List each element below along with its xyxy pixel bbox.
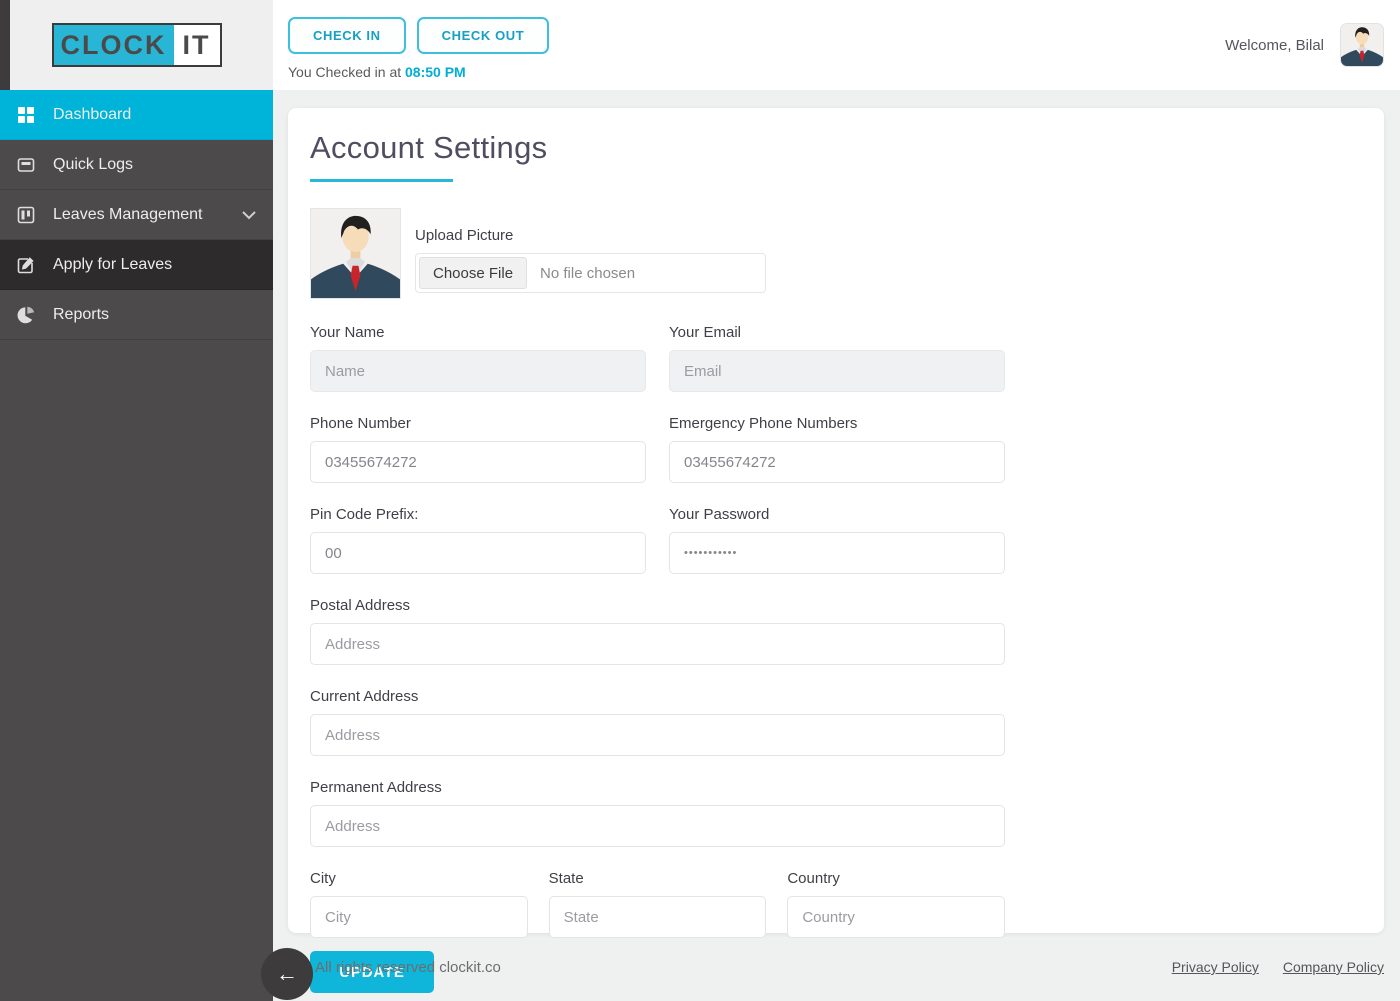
pie-chart-icon bbox=[17, 306, 35, 323]
sidebar-item-reports[interactable]: Reports bbox=[0, 290, 273, 340]
password-label: Your Password bbox=[669, 506, 770, 523]
checkin-panel: CHECK IN CHECK OUT You Checked in at 08:… bbox=[288, 0, 550, 90]
checkin-status-text: You Checked in at bbox=[288, 64, 406, 80]
file-status-text: No file chosen bbox=[540, 264, 636, 282]
title-underline bbox=[310, 179, 453, 182]
file-input[interactable]: Choose File No file chosen bbox=[415, 253, 766, 293]
company-policy-link[interactable]: Company Policy bbox=[1283, 959, 1384, 975]
user-panel: Welcome, Bilal bbox=[1225, 0, 1384, 90]
main-area: CHECK IN CHECK OUT You Checked in at 08:… bbox=[273, 0, 1400, 1001]
copyright-text: All rights reserved clockit.co bbox=[315, 958, 501, 976]
state-field[interactable] bbox=[548, 896, 767, 938]
postal-address-field[interactable] bbox=[310, 623, 1005, 665]
email-field[interactable] bbox=[669, 350, 1005, 392]
edit-icon bbox=[17, 256, 34, 273]
logo-text-clock: CLOCK bbox=[53, 25, 174, 65]
choose-file-button[interactable]: Choose File bbox=[419, 257, 528, 289]
permanent-address-label: Permanent Address bbox=[310, 779, 442, 796]
country-field[interactable] bbox=[787, 896, 1005, 938]
account-settings-form: Your Name Your Email Phone Number Emerge… bbox=[310, 324, 1005, 993]
sidebar-item-label: Quick Logs bbox=[53, 155, 134, 173]
name-label: Your Name bbox=[310, 324, 385, 341]
upload-picture-label: Upload Picture bbox=[415, 227, 514, 244]
footer: All rights reserved clockit.co Privacy P… bbox=[273, 933, 1400, 1001]
welcome-text: Welcome, Bilal bbox=[1225, 36, 1324, 54]
emergency-phone-field[interactable] bbox=[669, 441, 1005, 483]
permanent-address-field[interactable] bbox=[310, 805, 1005, 847]
privacy-policy-link[interactable]: Privacy Policy bbox=[1172, 959, 1259, 975]
current-address-label: Current Address bbox=[310, 688, 419, 705]
checkin-status-time: 08:50 PM bbox=[405, 64, 466, 80]
sidebar-item-apply-for-leaves[interactable]: Apply for Leaves bbox=[0, 240, 273, 290]
sidebar-item-leaves-management[interactable]: Leaves Management bbox=[0, 190, 273, 240]
checkin-status: You Checked in at 08:50 PM bbox=[288, 64, 549, 80]
check-out-button[interactable]: CHECK OUT bbox=[416, 17, 550, 54]
name-field[interactable] bbox=[310, 350, 646, 392]
sidebar-item-label: Leaves Management bbox=[53, 205, 203, 223]
back-arrow-icon: ← bbox=[276, 961, 298, 986]
clockit-logo[interactable]: CLOCK IT bbox=[51, 23, 222, 67]
calendar-icon bbox=[17, 206, 35, 223]
chevron-down-icon bbox=[242, 210, 256, 219]
topbar: CHECK IN CHECK OUT You Checked in at 08:… bbox=[273, 0, 1400, 90]
sidebar-item-label: Dashboard bbox=[53, 105, 132, 123]
state-label: State bbox=[548, 870, 584, 887]
pin-prefix-label: Pin Code Prefix: bbox=[310, 506, 419, 523]
grid-icon bbox=[18, 106, 34, 123]
sidebar-item-quick-logs[interactable]: Quick Logs bbox=[0, 140, 273, 190]
sidebar-item-dashboard[interactable]: Dashboard bbox=[0, 90, 273, 140]
sidebar-nav: Dashboard Quick Logs Leaves Management A… bbox=[0, 90, 273, 340]
profile-picture bbox=[310, 208, 401, 299]
country-label: Country bbox=[787, 870, 840, 887]
phone-label: Phone Number bbox=[310, 415, 411, 432]
password-field[interactable] bbox=[669, 532, 1005, 574]
emergency-phone-label: Emergency Phone Numbers bbox=[669, 415, 858, 432]
sidebar-header: CLOCK IT bbox=[0, 0, 273, 90]
current-address-field[interactable] bbox=[310, 714, 1005, 756]
page-title: Account Settings bbox=[310, 130, 548, 165]
email-label: Your Email bbox=[669, 324, 741, 341]
logo-text-it: IT bbox=[173, 25, 220, 65]
account-settings-card: Account Settings Upload Picture Choose F… bbox=[288, 108, 1384, 993]
upload-picture-section: Upload Picture Choose File No file chose… bbox=[310, 208, 1362, 299]
postal-address-label: Postal Address bbox=[310, 597, 411, 614]
check-in-button[interactable]: CHECK IN bbox=[288, 17, 406, 54]
city-label: City bbox=[310, 870, 336, 887]
logs-icon bbox=[17, 157, 35, 172]
sidebar-item-label: Reports bbox=[53, 305, 110, 323]
app-root: { "colors": { "accent": "#00b3d8", "side… bbox=[0, 0, 1400, 1001]
sidebar-collapse-button[interactable]: ← bbox=[261, 948, 313, 1000]
city-field[interactable] bbox=[310, 896, 528, 938]
header-edge-strip bbox=[0, 0, 10, 90]
phone-field[interactable] bbox=[310, 441, 646, 483]
avatar[interactable] bbox=[1340, 23, 1384, 67]
pin-prefix-field[interactable] bbox=[310, 532, 646, 574]
sidebar-item-label: Apply for Leaves bbox=[53, 255, 173, 273]
sidebar: CLOCK IT Dashboard Quick Logs Leaves Man… bbox=[0, 0, 273, 1001]
